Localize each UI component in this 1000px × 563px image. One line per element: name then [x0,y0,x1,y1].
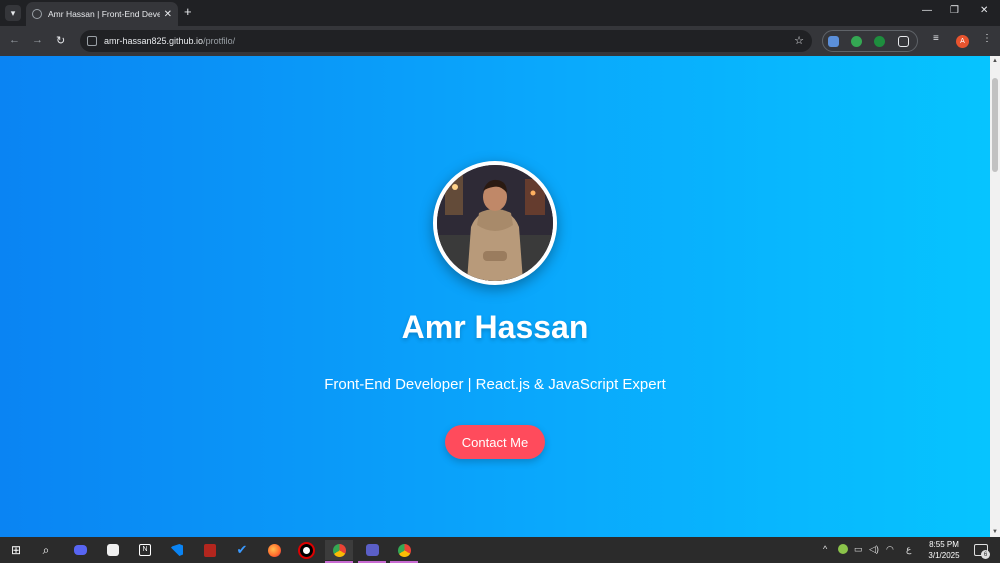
search-icon[interactable]: ⌕ [36,540,56,560]
tab-strip: ▾ Amr Hassan | Front-End Develo ✕ + — ❐ … [0,0,1000,26]
contact-me-button[interactable]: Contact Me [445,425,545,459]
profile-avatar[interactable]: A [956,35,969,48]
system-clock[interactable]: 8:55 PM 3/1/2025 [924,539,964,561]
new-tab-button[interactable]: + [184,5,192,19]
media-controls-icon[interactable]: ≡ [933,33,939,44]
url-text: amr-hassan825.github.io/protfilo/ [104,36,235,46]
address-bar[interactable]: amr-hassan825.github.io/protfilo/ ☆ [80,30,812,52]
hero-subtitle: Front-End Developer | React.js & JavaScr… [324,376,666,393]
extension-2-icon[interactable] [851,36,862,47]
page-scrollbar[interactable]: ▲ ▼ [990,56,1000,537]
volume-icon[interactable]: ◁) [869,544,879,555]
minimize-button[interactable]: — [922,5,932,16]
tray-overflow-icon[interactable]: ^ [823,544,827,554]
vscode-icon[interactable] [167,540,187,560]
notification-count-badge: 6 [981,550,990,559]
language-indicator[interactable]: ع [906,544,911,555]
discord-icon[interactable] [70,540,90,560]
page-hero-section: Amr Hassan Front-End Developer | React.j… [0,56,990,537]
notion-icon[interactable]: N [135,540,155,560]
windows-taskbar: ⊞ ⌕ N ✔ ^ ▭ ◁) ◠ ع 8:55 PM 3/1/2025 6 [0,537,1000,563]
start-icon[interactable]: ⊞ [6,540,26,560]
restore-button[interactable]: ❐ [950,5,959,16]
wifi-icon[interactable]: ◠ [886,544,894,555]
obs-icon[interactable] [296,540,316,560]
chrome-icon[interactable] [325,540,353,563]
back-icon[interactable]: ← [9,34,20,46]
forward-icon[interactable]: → [32,34,43,46]
reload-icon[interactable]: ↻ [56,34,65,47]
teams-icon[interactable] [358,540,386,563]
clock-date: 3/1/2025 [928,551,960,560]
todo-icon[interactable]: ✔ [232,540,252,560]
tab-title: Amr Hassan | Front-End Develo [48,9,160,19]
extension-1-icon[interactable] [828,36,839,47]
tray-app-icon[interactable] [838,544,848,556]
close-window-button[interactable]: ✕ [980,5,988,16]
pdf-icon[interactable] [200,540,220,560]
url-path: /protfilo/ [203,36,236,46]
bookmark-star-icon[interactable]: ☆ [794,34,804,47]
profile-photo [433,161,557,285]
extensions-group [822,30,918,52]
close-tab-icon[interactable]: ✕ [164,9,172,20]
firefox-icon[interactable] [264,540,284,560]
scroll-down-arrow-icon[interactable]: ▼ [990,529,1000,535]
battery-icon[interactable]: ▭ [854,544,863,555]
tab-search-button[interactable]: ▾ [5,5,21,21]
chrome-profile-icon[interactable] [390,540,418,563]
site-info-icon[interactable] [87,36,97,46]
extension-3-icon[interactable] [874,36,885,47]
clock-time: 8:55 PM [929,540,959,549]
brave-icon[interactable] [103,540,123,560]
active-tab[interactable]: Amr Hassan | Front-End Develo ✕ [26,2,178,26]
globe-icon [32,9,42,19]
puzzle-extensions-icon[interactable] [898,36,909,47]
menu-dots-icon[interactable]: ⋮ [982,33,992,44]
url-host: amr-hassan825.github.io [104,36,204,46]
scroll-up-arrow-icon[interactable]: ▲ [990,58,1000,64]
hero-name: Amr Hassan [401,309,589,345]
scrollbar-thumb[interactable] [992,78,998,172]
person-illustration [437,165,553,281]
browser-toolbar: ← → ↻ amr-hassan825.github.io/protfilo/ … [0,26,1000,56]
